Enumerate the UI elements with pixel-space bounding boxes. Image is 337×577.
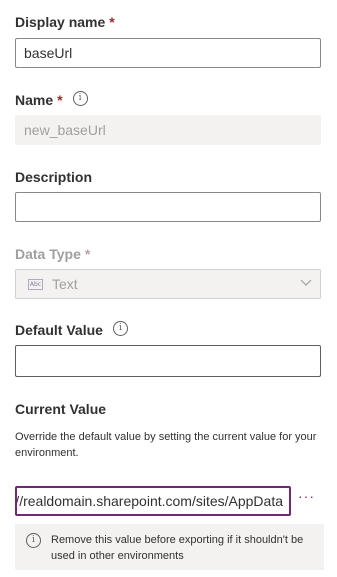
display-name-value: baseUrl bbox=[24, 45, 73, 61]
current-value-label: Current Value bbox=[15, 401, 106, 417]
name-label: Name * i bbox=[15, 90, 88, 108]
current-value-label-text: Current Value bbox=[15, 401, 107, 417]
default-value-label: Default Value i bbox=[15, 320, 128, 338]
default-value-label-text: Default Value bbox=[15, 322, 103, 338]
warning-message: i Remove this value before exporting if … bbox=[15, 524, 324, 570]
data-type-label-text: Data Type bbox=[15, 246, 81, 262]
current-value-value: https://realdomain.sharepoint.com/sites/… bbox=[15, 493, 283, 509]
display-name-input[interactable]: baseUrl bbox=[15, 38, 321, 68]
info-icon[interactable]: i bbox=[112, 320, 128, 336]
required-mark: * bbox=[109, 14, 115, 30]
display-name-label: Display name * bbox=[15, 14, 115, 30]
data-type-label: Data Type * bbox=[15, 246, 90, 262]
info-icon[interactable]: i bbox=[72, 90, 88, 106]
data-type-value: Text bbox=[52, 276, 78, 292]
default-value-input[interactable] bbox=[15, 345, 321, 377]
description-label: Description bbox=[15, 169, 92, 185]
info-icon: i bbox=[26, 533, 41, 548]
text-type-icon: Abc bbox=[28, 278, 43, 290]
description-label-text: Description bbox=[15, 169, 93, 185]
required-mark: * bbox=[57, 92, 63, 108]
description-input[interactable] bbox=[15, 192, 321, 222]
more-options-button[interactable]: ··· bbox=[298, 488, 315, 504]
current-value-input[interactable]: https://realdomain.sharepoint.com/sites/… bbox=[15, 486, 291, 516]
required-mark: * bbox=[84, 246, 91, 262]
chevron-down-icon bbox=[300, 279, 312, 286]
display-name-label-text: Display name bbox=[15, 14, 106, 30]
current-value-help: Override the default value by setting th… bbox=[15, 431, 317, 459]
warning-text: Remove this value before exporting if it… bbox=[51, 534, 304, 562]
data-type-select: Abc Text bbox=[15, 269, 321, 299]
name-input: new_baseUrl bbox=[15, 115, 321, 145]
name-value: new_baseUrl bbox=[24, 122, 106, 138]
name-label-text: Name bbox=[15, 92, 54, 108]
